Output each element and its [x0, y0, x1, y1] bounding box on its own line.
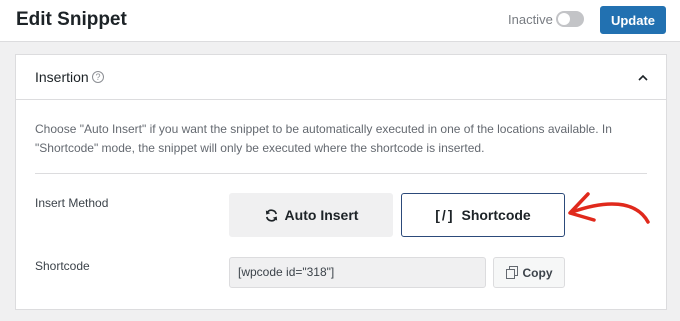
active-toggle[interactable] [556, 11, 584, 27]
shortcode-prefix: [/] [435, 207, 455, 223]
status-label: Inactive [508, 12, 553, 27]
annotation-arrow-icon [568, 192, 650, 224]
page-title: Edit Snippet [16, 9, 127, 30]
divider [35, 173, 647, 174]
insert-method-label: Insert Method [35, 196, 109, 210]
sync-icon [264, 208, 279, 223]
shortcode-method-label: Shortcode [461, 207, 531, 223]
shortcode-field[interactable]: [wpcode id="318"] [229, 257, 486, 288]
copy-label: Copy [522, 265, 553, 280]
update-button[interactable]: Update [600, 6, 666, 34]
panel-header[interactable]: Insertion ? [16, 55, 666, 100]
description-line-2: "Shortcode" mode, the snippet will only … [35, 141, 485, 155]
copy-button[interactable]: Copy [493, 257, 565, 288]
auto-insert-label: Auto Insert [284, 207, 359, 223]
shortcode-method-button[interactable]: [/] Shortcode [401, 193, 565, 237]
chevron-up-icon[interactable] [636, 71, 650, 85]
auto-insert-button[interactable]: Auto Insert [229, 193, 393, 237]
copy-icon [505, 266, 518, 279]
panel-title: Insertion [35, 69, 89, 85]
shortcode-label: Shortcode [35, 259, 90, 273]
insertion-description: Choose "Auto Insert" if you want the sni… [35, 120, 655, 158]
question-circle-icon[interactable]: ? [92, 71, 104, 83]
top-bar: Edit Snippet Inactive Update [0, 0, 680, 42]
description-line-1: Choose "Auto Insert" if you want the sni… [35, 122, 612, 136]
toggle-knob [558, 13, 570, 25]
